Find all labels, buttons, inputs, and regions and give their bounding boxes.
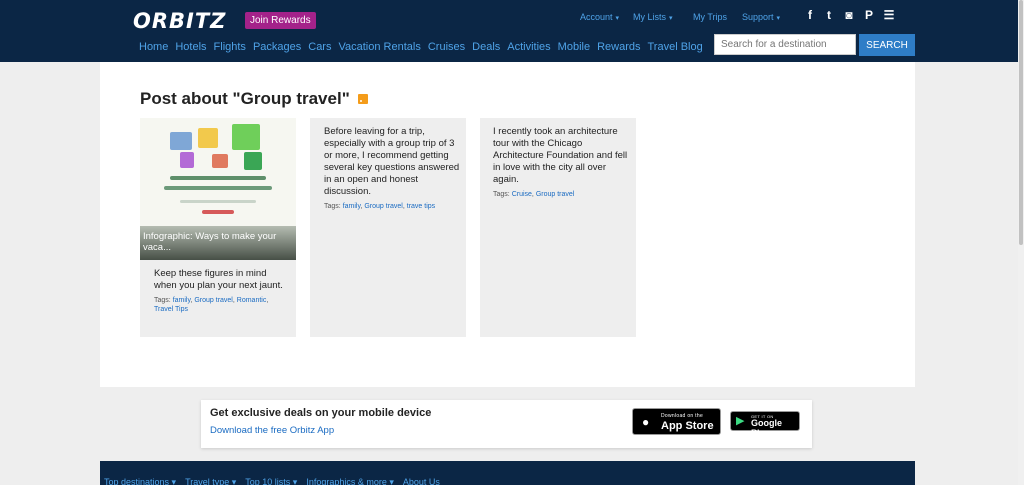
nav-packages[interactable]: Packages [253,41,301,53]
chevron-down-icon: ▾ [615,15,620,22]
nav-vacation-rentals[interactable]: Vacation Rentals [338,41,420,53]
post-tags: Tags: Cruise, Group travel [493,191,575,198]
tag-link[interactable]: family [343,203,361,210]
nav-deals[interactable]: Deals [472,41,500,53]
post-excerpt: I recently took an architecture tour wit… [493,126,628,185]
illustration-shape [164,186,272,190]
instagram-icon[interactable]: ◙ [842,8,856,22]
tag-link[interactable]: family [173,297,191,304]
app-store-button[interactable]: ● Download on the App Store [632,408,721,435]
my-trips-link[interactable]: My Trips [693,12,727,22]
mobile-app-banner: Get exclusive deals on your mobile devic… [201,400,812,448]
app-store-small-text: Download on the [661,413,704,419]
pinterest-icon[interactable]: P [862,8,876,22]
tag-link[interactable]: Cruise [512,191,532,198]
my-trips-label: My Trips [693,12,728,22]
footer-about-us[interactable]: About Us [403,477,440,485]
google-play-label: Google Play [751,418,782,438]
nav-home[interactable]: Home [139,41,168,53]
scrollbar-thumb[interactable] [1019,0,1023,245]
post-tags: Tags: family, Group travel, trave tips [324,203,436,210]
tag-link[interactable]: trave tips [407,203,435,210]
support-menu-label: Support [742,12,774,22]
illustration-shape [244,152,262,170]
post-image[interactable]: Infographic: Ways to make your vaca... [140,118,296,260]
app-banner-heading: Get exclusive deals on your mobile devic… [210,407,432,419]
chevron-down-icon: ▾ [669,15,673,22]
post-card[interactable]: I recently took an architecture tour wit… [480,118,636,337]
rss-icon[interactable] [358,94,368,104]
nav-mobile[interactable]: Mobile [558,41,590,53]
apple-icon: ● [642,415,650,429]
site-header: ORBITZ Join Rewards Account ▾ My Lists ▾ M… [0,0,1018,62]
nav-travel-blog[interactable]: Travel Blog [647,41,702,53]
account-menu[interactable]: Account ▾ [580,12,619,22]
nav-cars[interactable]: Cars [308,41,331,53]
tags-label: Tags: [324,203,341,210]
my-lists-menu[interactable]: My Lists ▾ [633,12,673,22]
post-excerpt: Keep these figures in mind when you plan… [154,268,283,291]
tag-link[interactable]: Romantic [237,297,267,304]
illustration-shape [180,152,194,168]
join-rewards-button[interactable]: Join Rewards [245,12,316,29]
tag-link[interactable]: Travel Tips [154,306,188,313]
footer-travel-type[interactable]: Travel type ▾ [185,477,236,485]
google-play-button[interactable]: ▶ GET IT ON Google Play [730,411,800,438]
nav-hotels[interactable]: Hotels [175,41,206,53]
orbitz-logo[interactable]: ORBITZ [133,9,226,33]
page-scrollbar[interactable] [1018,0,1024,485]
nav-cruises[interactable]: Cruises [428,41,465,53]
post-card[interactable]: Before leaving for a trip, especially wi… [310,118,466,337]
illustration-shape [212,154,228,168]
chevron-down-icon: ▾ [776,15,781,22]
destination-search-input[interactable] [714,34,856,55]
tags-label: Tags: [154,297,171,304]
footer-top-destinations[interactable]: Top destinations ▾ [104,477,176,485]
illustration-shape [198,128,218,148]
footer-links: Top destinations ▾ Travel type ▾ Top 10 … [104,477,440,485]
tag-link[interactable]: Group travel [536,191,575,198]
nav-activities[interactable]: Activities [507,41,550,53]
account-menu-label: Account [580,12,613,22]
rss-feed-icon[interactable]: ☰ [882,8,896,22]
nav-flights[interactable]: Flights [214,41,246,53]
twitter-icon[interactable]: t [822,8,836,22]
tag-link[interactable]: Group travel [194,297,233,304]
illustration-shape [180,200,256,203]
post-card[interactable]: Infographic: Ways to make your vaca... K… [140,118,296,337]
footer-infographics[interactable]: Infographics & more ▾ [306,477,394,485]
illustration-shape [170,132,192,150]
nav-rewards[interactable]: Rewards [597,41,640,53]
post-tags: Tags: family, Group travel, Romantic, Tr… [154,297,269,313]
main-nav: Home Hotels Flights Packages Cars Vacati… [139,41,703,53]
illustration-shape [202,210,234,214]
play-icon: ▶ [736,415,745,427]
illustration-shape [170,176,266,180]
facebook-icon[interactable]: f [803,8,817,22]
footer-top-10-lists[interactable]: Top 10 lists ▾ [245,477,297,485]
main-content: Post about "Group travel" Infographic: W… [100,62,915,387]
tag-link[interactable]: Group travel [364,203,403,210]
image-caption[interactable]: Infographic: Ways to make your vaca... [143,231,293,253]
my-lists-menu-label: My Lists [633,12,667,22]
tags-label: Tags: [493,191,510,198]
app-store-label: App Store [661,420,714,432]
search-button[interactable]: SEARCH [859,34,915,56]
page-title: Post about "Group travel" [140,89,350,108]
support-menu[interactable]: Support ▾ [742,12,780,22]
illustration-shape [232,124,260,150]
post-excerpt: Before leaving for a trip, especially wi… [324,126,460,197]
site-footer: Top destinations ▾ Travel type ▾ Top 10 … [100,461,915,485]
download-app-link[interactable]: Download the free Orbitz App [210,425,334,436]
